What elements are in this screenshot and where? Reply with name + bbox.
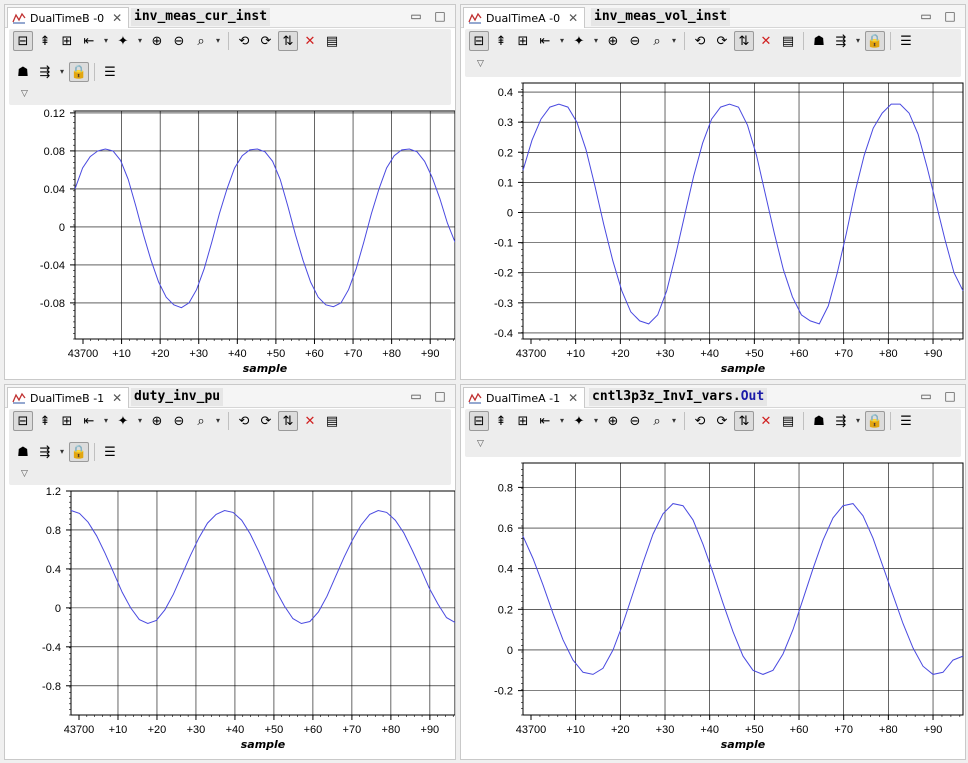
y-tick-label: 0: [507, 208, 513, 220]
y-tick-label: 0.2: [498, 604, 513, 616]
x-tick-label: +30: [656, 348, 675, 360]
x-tick-label: +50: [745, 348, 764, 360]
x-tick-label: 43700: [516, 724, 547, 736]
graph-panel-top-right: DualTimeA -0 ✕ inv_meas_vol_inst ▭ □ ⊟ ⇞…: [460, 4, 966, 380]
x-tick-label: +40: [226, 724, 245, 736]
x-tick-label: +90: [924, 724, 943, 736]
x-tick-label: +10: [109, 724, 128, 736]
plot-area[interactable]: [522, 82, 964, 340]
y-tick-label: 0: [55, 603, 61, 615]
line-chart: 0.4 0.3 0.2 0.1 0 -0.1 -0.2 -0.3 -0.443700 +10 +20…: [494, 82, 964, 375]
plot-area[interactable]: [74, 110, 455, 340]
x-tick-label: +70: [343, 724, 362, 736]
y-tick-label: -0.4: [42, 642, 61, 654]
y-tick-label: 0.3: [498, 117, 513, 129]
x-tick-label: +10: [112, 348, 131, 360]
x-tick-label: +50: [267, 348, 286, 360]
x-tick-label: +20: [611, 348, 630, 360]
x-tick-label: +50: [265, 724, 284, 736]
graph-panel-bottom-right: DualTimeA -1 ✕ cntl3p3z_InvI_vars.Out ▭ …: [460, 384, 966, 760]
y-tick-label: -0.8: [42, 681, 61, 693]
y-tick-label: 0.04: [44, 184, 65, 196]
x-tick-label: +20: [151, 348, 170, 360]
y-tick-label: -0.1: [494, 238, 513, 250]
y-tick-label: 0.4: [46, 564, 61, 576]
x-tick-label: 43700: [516, 348, 547, 360]
x-tick-label: +10: [566, 348, 585, 360]
graph-panel-top-left: DualTimeB -0 ✕ inv_meas_cur_inst ▭ □ ⊟ ⇞…: [4, 4, 456, 380]
x-tick-label: +70: [344, 348, 363, 360]
x-tick-label: +60: [790, 724, 809, 736]
x-tick-label: +80: [382, 724, 401, 736]
y-tick-label: -0.2: [494, 686, 513, 698]
x-tick-label: +60: [304, 724, 323, 736]
line-chart: 0.12 0.08 0.04 0 -0.04 -0.08 43700 +10 +20 +30 +40…: [40, 108, 455, 375]
y-tick-label: 0.4: [498, 87, 513, 99]
x-tick-label: +90: [924, 348, 943, 360]
x-tick-label: +80: [879, 348, 898, 360]
y-tick-label: -0.2: [494, 268, 513, 280]
x-tick-label: +30: [189, 348, 208, 360]
x-axis-title: sample: [721, 738, 766, 751]
y-tick-label: 0.8: [46, 525, 61, 537]
x-axis-title: sample: [721, 362, 766, 375]
line-chart: 1.2 0.8 0.4 0 -0.4 -0.8 43700 +10 +20 +30 +40 +50 +6…: [42, 486, 455, 751]
x-tick-label: +30: [187, 724, 206, 736]
y-tick-label: -0.04: [40, 260, 65, 272]
x-tick-label: +80: [382, 348, 401, 360]
plot-area[interactable]: [70, 490, 455, 716]
x-tick-label: 43700: [68, 348, 99, 360]
x-tick-label: +40: [228, 348, 247, 360]
y-tick-label: -0.4: [494, 328, 513, 340]
x-tick-label: 43700: [64, 724, 95, 736]
y-tick-label: 0.4: [498, 564, 513, 576]
x-tick-label: +90: [421, 724, 440, 736]
x-tick-label: +60: [305, 348, 324, 360]
y-tick-label: 0.8: [498, 482, 513, 494]
y-tick-label: -0.3: [494, 298, 513, 310]
graph-panel-bottom-left: DualTimeB -1 ✕ duty_inv_pu ▭ □ ⊟ ⇞ ⊞ ⇤ ▾…: [4, 384, 456, 760]
line-chart: 0.8 0.6 0.4 0.2 0 -0.2 43700 +10 +20 +30 +40 +50 +60…: [494, 462, 964, 751]
plot-area[interactable]: [522, 462, 964, 716]
x-tick-label: +50: [745, 724, 764, 736]
y-tick-label: 1.2: [46, 486, 61, 498]
y-tick-label: 0.1: [498, 177, 513, 189]
x-tick-label: +80: [879, 724, 898, 736]
x-tick-label: +70: [834, 348, 853, 360]
x-tick-label: +30: [656, 724, 675, 736]
y-tick-label: 0.6: [498, 523, 513, 535]
y-tick-label: 0: [507, 645, 513, 657]
x-tick-label: +20: [148, 724, 167, 736]
x-tick-label: +90: [421, 348, 440, 360]
x-tick-label: +40: [700, 724, 719, 736]
x-tick-label: +20: [611, 724, 630, 736]
y-tick-label: 0: [59, 222, 65, 234]
x-axis-title: sample: [243, 362, 288, 375]
x-tick-label: +70: [834, 724, 853, 736]
y-tick-label: 0.2: [498, 147, 513, 159]
x-axis-title: sample: [241, 738, 286, 751]
y-tick-label: -0.08: [40, 298, 65, 310]
x-tick-label: +40: [700, 348, 719, 360]
y-tick-label: 0.12: [44, 108, 65, 120]
x-tick-label: +60: [790, 348, 809, 360]
x-tick-label: +10: [566, 724, 585, 736]
y-tick-label: 0.08: [44, 146, 65, 158]
